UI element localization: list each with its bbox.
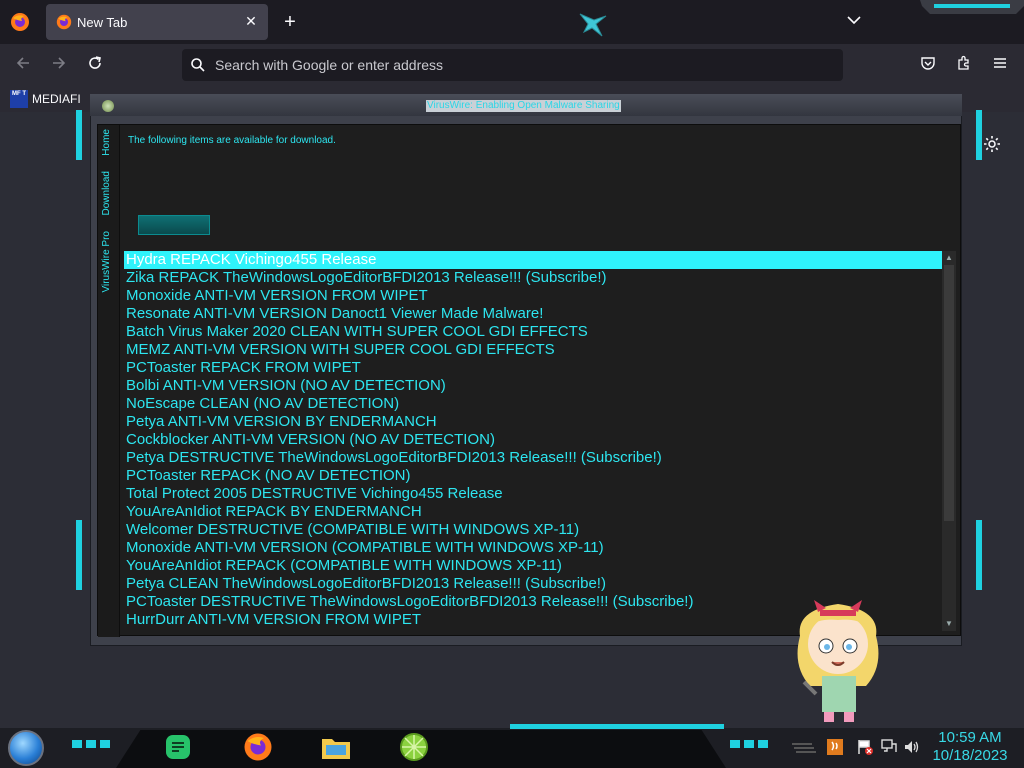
taskbar-decoration <box>72 740 110 748</box>
tab-download[interactable]: Download <box>101 171 112 215</box>
window-title: VirusWire: Enabling Open Malware Sharing <box>426 100 621 112</box>
app-icon <box>102 100 114 112</box>
download-list-items: Hydra REPACK Vichingo455 Release Zika REP… <box>124 251 942 631</box>
theme-logo-icon <box>576 6 610 40</box>
firefox-menu-icon[interactable] <box>8 10 32 34</box>
list-item[interactable]: Welcomer DESTRUCTIVE (COMPATIBLE WITH WI… <box>124 521 942 539</box>
gear-icon[interactable] <box>982 134 1002 154</box>
window-frame-decoration <box>920 0 1024 14</box>
new-tab-button[interactable]: + <box>280 12 300 32</box>
list-item[interactable]: Monoxide ANTI-VM VERSION FROM WIPET <box>124 287 942 305</box>
side-nav: Home Download VirusWire Pro <box>98 125 120 637</box>
pocket-icon[interactable] <box>915 53 941 79</box>
address-bar[interactable]: Search with Google or enter address <box>182 49 843 81</box>
java-update-icon[interactable] <box>826 738 844 756</box>
firefox-taskbar-icon[interactable] <box>240 732 276 762</box>
list-item[interactable]: Petya DESTRUCTIVE TheWindowsLogoEditorBF… <box>124 449 942 467</box>
reload-button[interactable] <box>82 53 108 79</box>
scroll-down-arrow-icon[interactable]: ▼ <box>942 617 956 631</box>
tab-title: New Tab <box>77 15 128 30</box>
tray-decoration <box>792 743 816 753</box>
taskbar-clock-time[interactable]: 10:59 AM <box>920 729 1020 746</box>
list-item[interactable]: Hydra REPACK Vichingo455 Release <box>124 251 942 269</box>
taskbar-accent <box>510 724 724 729</box>
list-item[interactable]: Cockblocker ANTI-VM VERSION (NO AV DETEC… <box>124 431 942 449</box>
viruswire-window: VirusWire: Enabling Open Malware Sharing… <box>80 94 980 646</box>
list-item[interactable]: Bolbi ANTI-VM VERSION (NO AV DETECTION) <box>124 377 942 395</box>
back-button[interactable] <box>10 53 36 79</box>
list-item[interactable]: Petya ANTI-VM VERSION BY ENDERMANCH <box>124 413 942 431</box>
browser-navbar: Search with Google or enter address <box>0 44 1024 86</box>
taskbar-decoration <box>730 740 768 748</box>
list-item[interactable]: YouAreAnIdiot REPACK (COMPATIBLE WITH WI… <box>124 557 942 575</box>
list-item[interactable]: Zika REPACK TheWindowsLogoEditorBFDI2013… <box>124 269 942 287</box>
forward-button[interactable] <box>46 53 72 79</box>
list-all-tabs-button[interactable] <box>844 12 864 32</box>
volume-icon[interactable] <box>903 738 921 756</box>
list-scrollbar[interactable]: ▲ ▼ <box>942 251 956 631</box>
tab-new-tab[interactable]: New Tab ✕ <box>46 4 268 40</box>
address-placeholder: Search with Google or enter address <box>215 57 444 73</box>
list-item[interactable]: Petya CLEAN TheWindowsLogoEditorBFDI2013… <box>124 575 942 593</box>
mediafire-icon: MF T <box>10 90 28 108</box>
list-item[interactable]: Resonate ANTI-VM VERSION Danoct1 Viewer … <box>124 305 942 323</box>
list-item[interactable]: NoEscape CLEAN (NO AV DETECTION) <box>124 395 942 413</box>
download-button[interactable] <box>138 215 210 235</box>
tab-home[interactable]: Home <box>101 129 112 156</box>
bookmark-label: MEDIAFI <box>32 92 81 106</box>
list-item[interactable]: PCToaster REPACK (NO AV DETECTION) <box>124 467 942 485</box>
scroll-thumb[interactable] <box>944 265 954 521</box>
taskbar-clock-date[interactable]: 10/18/2023 <box>920 747 1020 764</box>
search-icon <box>190 57 206 73</box>
list-item[interactable]: Monoxide ANTI-VM VERSION (COMPATIBLE WIT… <box>124 539 942 557</box>
network-icon[interactable] <box>880 738 898 756</box>
list-item[interactable]: PCToaster REPACK FROM WIPET <box>124 359 942 377</box>
lime-app-icon[interactable] <box>396 732 432 762</box>
menu-icon[interactable] <box>987 53 1013 79</box>
list-item[interactable]: MEMZ ANTI-VM VERSION WITH SUPER COOL GDI… <box>124 341 942 359</box>
list-item[interactable]: Batch Virus Maker 2020 CLEAN WITH SUPER … <box>124 323 942 341</box>
extensions-icon[interactable] <box>951 53 977 79</box>
start-button[interactable] <box>8 730 44 766</box>
download-list[interactable]: Hydra REPACK Vichingo455 Release Zika REP… <box>124 251 956 631</box>
download-notice: The following items are available for do… <box>128 135 336 146</box>
browser-tabstrip: New Tab ✕ + <box>0 0 1024 44</box>
file-explorer-icon[interactable] <box>318 732 354 762</box>
notes-app-icon[interactable] <box>160 732 196 762</box>
mascot-character-image <box>797 600 879 722</box>
app-body: Home Download VirusWire Pro The followin… <box>97 124 961 637</box>
security-flag-icon[interactable] <box>856 738 874 756</box>
firefox-icon <box>56 14 72 30</box>
bookmark-mediafire[interactable]: MF T MEDIAFI <box>10 89 81 109</box>
scroll-up-arrow-icon[interactable]: ▲ <box>942 251 956 265</box>
tab-viruswire-pro[interactable]: VirusWire Pro <box>101 231 112 293</box>
list-item[interactable]: YouAreAnIdiot REPACK BY ENDERMANCH <box>124 503 942 521</box>
close-tab-icon[interactable]: ✕ <box>242 12 260 30</box>
desktop: New Tab ✕ + Search with Google or enter … <box>0 0 1024 768</box>
list-item[interactable]: Total Protect 2005 DESTRUCTIVE Vichingo4… <box>124 485 942 503</box>
